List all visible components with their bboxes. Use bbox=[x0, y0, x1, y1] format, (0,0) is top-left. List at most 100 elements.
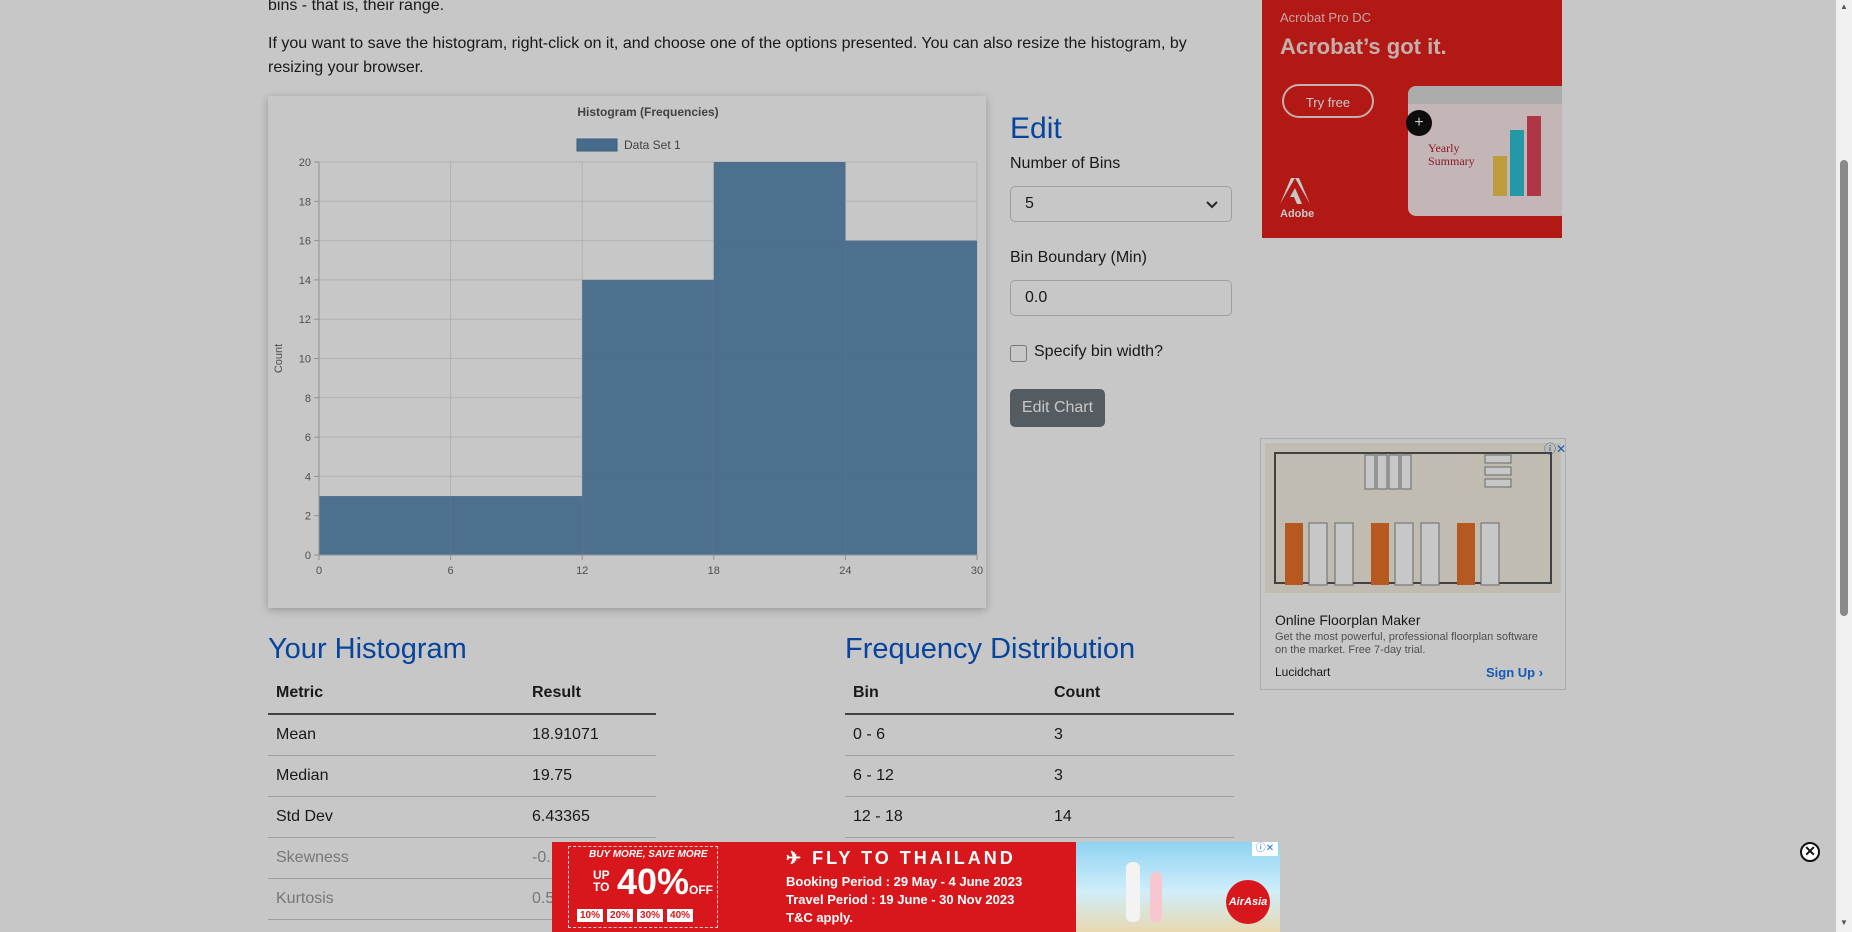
bin-cell: 12 - 18 bbox=[845, 796, 1046, 838]
ad-info-close-icon[interactable]: ⓘ✕ bbox=[1252, 842, 1278, 856]
intro-line-1: bins - that is, their range. bbox=[268, 0, 445, 14]
floorplan-image bbox=[1265, 443, 1561, 593]
y-tick-label: 0 bbox=[305, 550, 311, 562]
x-tick-label: 18 bbox=[708, 565, 720, 577]
table-row: Std Dev 6.43365 bbox=[268, 796, 656, 838]
histogram-svg: Histogram (Frequencies)Data Set 10246810… bbox=[273, 105, 983, 577]
table-header-row: Metric Result bbox=[268, 673, 656, 715]
result-cell: 19.75 bbox=[524, 755, 656, 797]
page: bins - that is, their range. If you want… bbox=[0, 0, 1852, 932]
y-tick-label: 12 bbox=[299, 314, 311, 326]
specify-width-label: Specify bin width? bbox=[1034, 343, 1163, 360]
y-tick-label: 6 bbox=[305, 432, 311, 444]
y-tick-label: 8 bbox=[305, 393, 311, 405]
chart-title: Histogram (Frequencies) bbox=[577, 105, 718, 119]
airasia-ad[interactable]: BUY MORE, SAVE MORE UP TO 40% OFF 10% 20… bbox=[552, 842, 1280, 932]
close-ad-icon[interactable]: ✕ bbox=[1800, 842, 1820, 862]
result-cell: 18.91071 bbox=[524, 714, 656, 756]
bins-label: Number of Bins bbox=[1010, 155, 1121, 172]
table-row: 12 - 18 14 bbox=[845, 796, 1234, 838]
y-tick-label: 18 bbox=[299, 196, 311, 208]
histogram-chart[interactable]: Histogram (Frequencies) Data Set 1 0 2 4 6 8 10… bbox=[268, 96, 986, 608]
ad-side-desc-1: Get the most powerful, professional floo… bbox=[1275, 631, 1538, 643]
ad-doc-title-2: Summary bbox=[1428, 154, 1475, 168]
table-row: Mean 18.91071 bbox=[268, 714, 656, 756]
edit-chart-button[interactable]: Edit Chart bbox=[1010, 389, 1105, 427]
bins-select-value: 5 bbox=[1025, 195, 1034, 212]
ad-booking: Booking Period : 29 May - 4 June 2023 bbox=[786, 874, 1023, 889]
ad-off: OFF bbox=[689, 883, 713, 897]
scroll-up-icon[interactable]: ▲ bbox=[1840, 2, 1848, 11]
ad-brand: AirAsia bbox=[1226, 880, 1270, 924]
histogram-bar bbox=[713, 162, 846, 555]
legend-label: Data Set 1 bbox=[624, 138, 681, 152]
header-metric: Metric bbox=[268, 673, 524, 715]
metric-cell: Median bbox=[268, 755, 524, 797]
ad-promo: BUY MORE, SAVE MORE bbox=[589, 849, 708, 860]
x-tick-label: 6 bbox=[448, 565, 454, 577]
x-tick-label: 24 bbox=[839, 565, 851, 577]
count-cell: 3 bbox=[1046, 714, 1234, 756]
ad-brand: Adobe bbox=[1280, 208, 1315, 220]
ad-side-brand: Lucidchart bbox=[1275, 665, 1331, 679]
frequency-title: Frequency Distribution bbox=[845, 633, 1136, 665]
ad-side-signup-link[interactable]: Sign Up › bbox=[1486, 665, 1543, 680]
boundary-input[interactable]: 0.0 bbox=[1010, 280, 1232, 316]
close-icon[interactable]: ⓘ✕ bbox=[1544, 440, 1565, 457]
metric-cell: Skewness bbox=[268, 837, 524, 879]
y-tick-label: 20 bbox=[299, 157, 311, 169]
ad-headline: ✈ FLY TO THAILAND bbox=[786, 848, 1016, 868]
chevron-down-icon bbox=[1206, 201, 1218, 209]
scrollbar-thumb[interactable] bbox=[1840, 160, 1848, 616]
ad-travel: Travel Period : 19 June - 30 Nov 2023 bbox=[786, 892, 1015, 907]
lucidchart-ad[interactable]: ⓘ✕ Online Floorplan Maker Get the most p… bbox=[1260, 438, 1566, 690]
ad-product: Acrobat Pro DC bbox=[1280, 10, 1372, 25]
intro-line-3: resizing your browser. bbox=[268, 59, 424, 76]
histogram-bar bbox=[582, 279, 714, 555]
x-tick-label: 12 bbox=[576, 565, 588, 577]
histogram-bar bbox=[450, 496, 583, 555]
ad-tier: 10% bbox=[577, 909, 604, 922]
bins-select[interactable]: 5 bbox=[1010, 186, 1232, 222]
ad-beach-image: AirAsia bbox=[1076, 842, 1280, 932]
ad-tier: 30% bbox=[637, 909, 664, 922]
bin-cell: 6 - 12 bbox=[845, 755, 1046, 797]
y-tick-label: 10 bbox=[299, 354, 311, 366]
histogram-bar bbox=[845, 240, 977, 555]
y-tick-label: 2 bbox=[305, 511, 311, 523]
table-header-row: Bin Count bbox=[845, 673, 1234, 715]
your-histogram-title: Your Histogram bbox=[268, 633, 467, 665]
scroll-down-icon[interactable]: ▼ bbox=[1840, 918, 1848, 927]
ad-promo-box: BUY MORE, SAVE MORE UP TO 40% OFF 10% 20… bbox=[568, 846, 718, 928]
metric-cell: Mean bbox=[268, 714, 524, 756]
metric-cell: Std Dev bbox=[268, 796, 524, 838]
y-tick-label: 4 bbox=[305, 471, 311, 483]
ad-headline: Acrobat’s got it. bbox=[1280, 34, 1447, 59]
ad-try-free-button[interactable]: Try free bbox=[1282, 84, 1374, 118]
metric-cell: Kurtosis bbox=[268, 878, 524, 920]
x-tick-label: 30 bbox=[971, 565, 983, 577]
edit-title: Edit bbox=[1010, 112, 1062, 145]
table-row: Median 19.75 bbox=[268, 755, 656, 797]
plus-icon: + bbox=[1406, 110, 1432, 136]
adobe-ad[interactable]: Acrobat Pro DC Acrobat’s got it. Try fre… bbox=[1262, 0, 1562, 238]
y-tick-label: 14 bbox=[299, 275, 311, 287]
ad-percent: 40% bbox=[617, 861, 690, 902]
ad-tier: 40% bbox=[667, 909, 694, 922]
y-axis-label: Count bbox=[273, 344, 285, 373]
ad-tc: T&C apply. bbox=[786, 910, 853, 925]
header-count: Count bbox=[1046, 673, 1234, 715]
ad-tiers: 10% 20% 30% 40% bbox=[577, 909, 694, 922]
legend-swatch bbox=[576, 138, 618, 152]
ad-tier: 20% bbox=[607, 909, 634, 922]
bin-cell: 0 - 6 bbox=[845, 714, 1046, 756]
ad-laptop-image: Yearly Summary bbox=[1408, 86, 1562, 216]
ad-side-desc-2: on the market. Free 7-day trial. bbox=[1275, 644, 1426, 656]
specify-width-checkbox[interactable] bbox=[1010, 345, 1027, 362]
signup-label: Sign Up bbox=[1486, 665, 1536, 680]
x-tick-label: 0 bbox=[316, 565, 322, 577]
frequency-table: Bin Count 0 - 63 6 - 12 3 12 - 18 14 bbox=[845, 673, 1234, 838]
y-tick-label: 16 bbox=[299, 236, 311, 248]
chevron-right-icon: › bbox=[1538, 665, 1544, 680]
intro-line-2: If you want to save the histogram, right… bbox=[268, 35, 1187, 52]
